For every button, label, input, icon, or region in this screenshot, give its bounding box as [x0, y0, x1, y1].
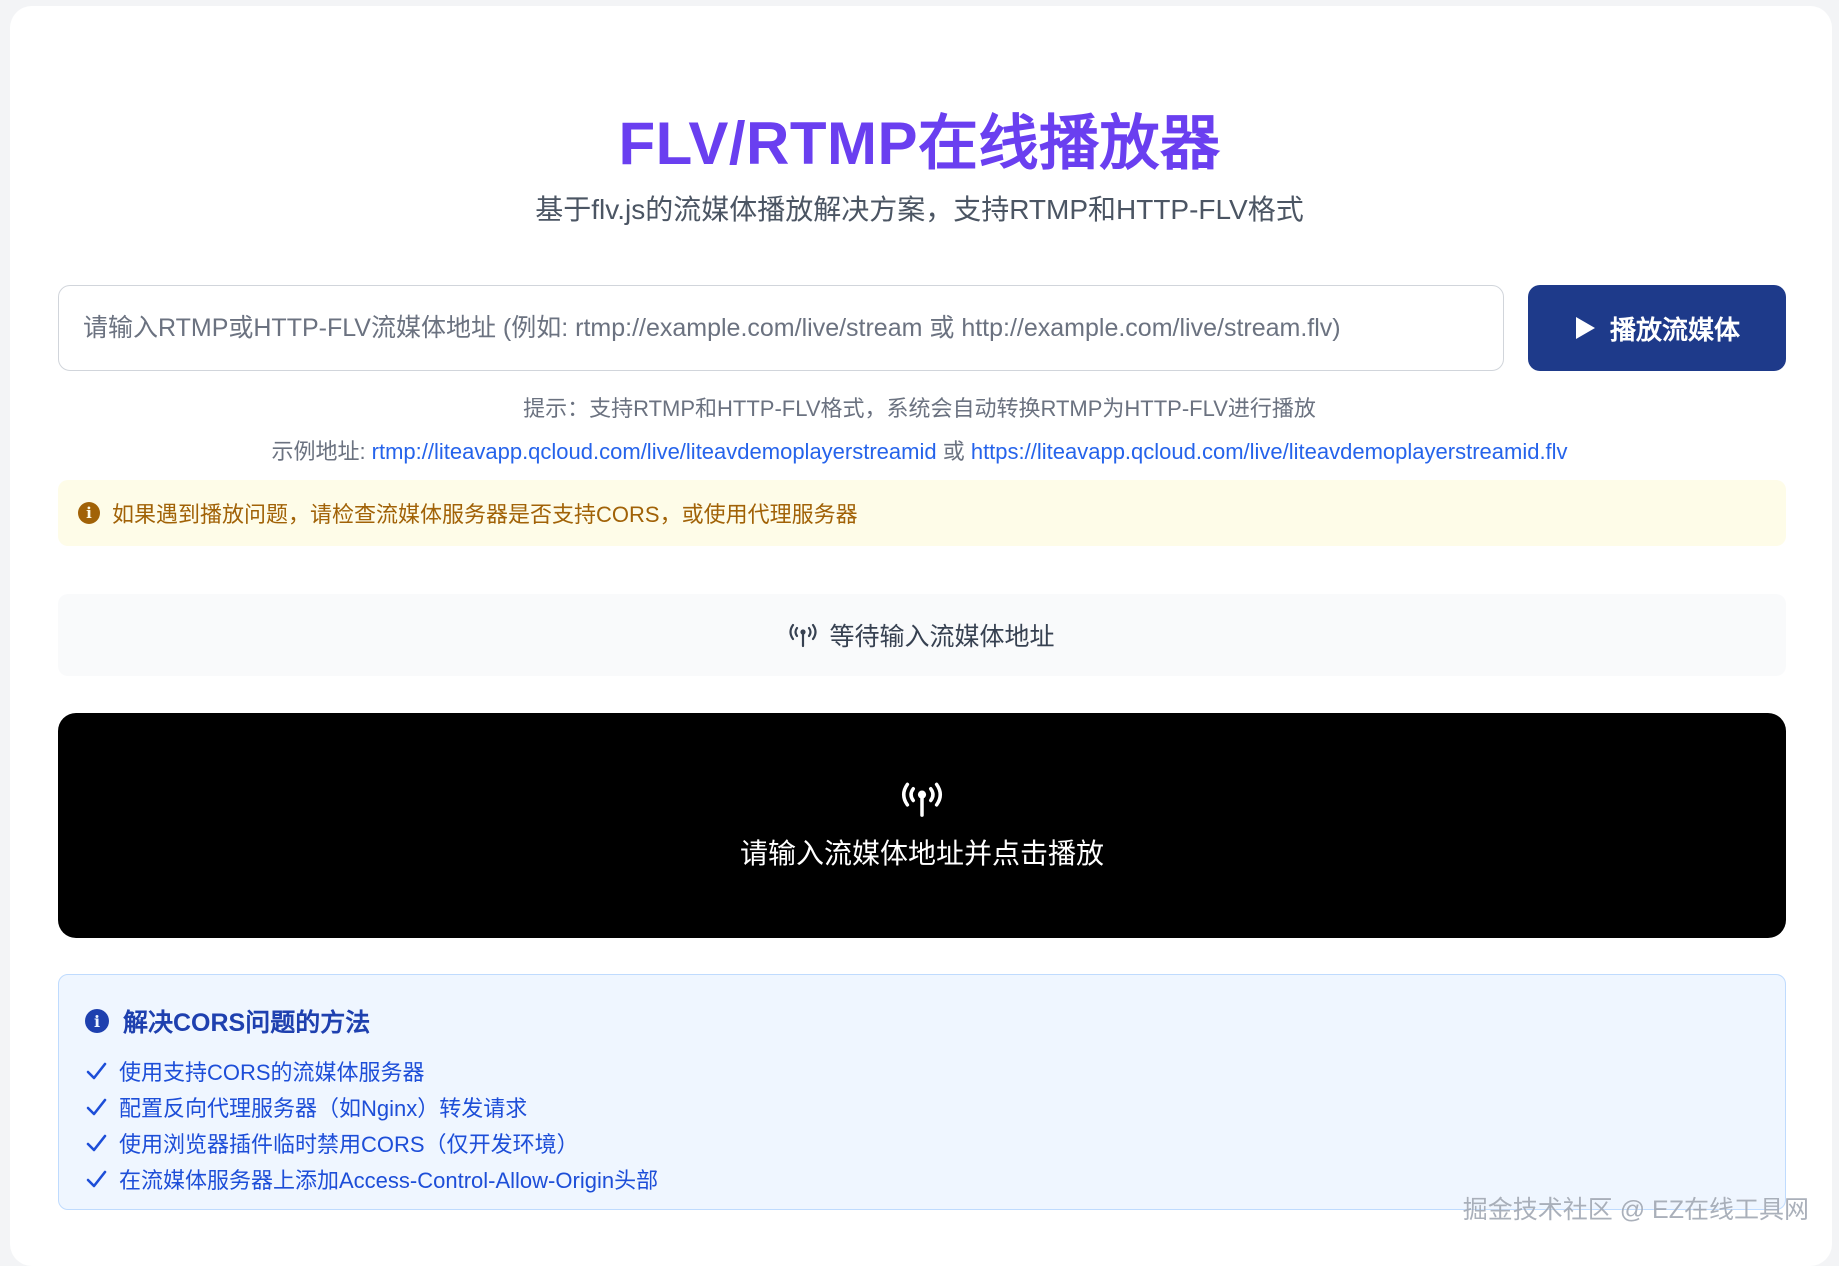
cors-warning-banner: i 如果遇到播放问题，请检查流媒体服务器是否支持CORS，或使用代理服务器 [58, 480, 1786, 546]
broadcast-icon [789, 623, 818, 648]
list-item: 使用支持CORS的流媒体服务器 [85, 1053, 1759, 1089]
cors-solutions-heading: i 解决CORS问题的方法 [85, 1003, 1759, 1039]
player-message: 请输入流媒体地址并点击播放 [739, 837, 1104, 869]
broadcast-icon [901, 782, 943, 817]
example-urls: 示例地址: rtmp://liteavapp.qcloud.com/live/l… [0, 434, 1839, 466]
cors-solutions-title: 解决CORS问题的方法 [123, 1009, 371, 1037]
cors-solutions-list: 使用支持CORS的流媒体服务器 配置反向代理服务器（如Nginx）转发请求 使用… [85, 1053, 1759, 1197]
checkmark-icon [86, 1062, 107, 1080]
example-prefix: 示例地址: [271, 439, 372, 464]
watermark: 掘金技术社区 @ EZ在线工具网 [1462, 1196, 1809, 1224]
list-item-text: 配置反向代理服务器（如Nginx）转发请求 [119, 1096, 528, 1121]
format-hint: 提示：支持RTMP和HTTP-FLV格式，系统会自动转换RTMP为HTTP-FL… [523, 396, 1316, 421]
list-item-text: 使用浏览器插件临时禁用CORS（仅开发环境） [119, 1132, 579, 1157]
example-separator: 或 [936, 439, 971, 464]
info-icon: i [78, 502, 100, 524]
status-text: 等待输入流媒体地址 [829, 623, 1055, 651]
page-title: FLV/RTMP在线播放器 [618, 110, 1221, 177]
status-bar: 等待输入流媒体地址 [58, 594, 1786, 676]
list-item-text: 在流媒体服务器上添加Access-Control-Allow-Origin头部 [119, 1168, 659, 1193]
video-player[interactable]: 请输入流媒体地址并点击播放 [58, 713, 1786, 938]
warning-text: 如果遇到播放问题，请检查流媒体服务器是否支持CORS，或使用代理服务器 [112, 502, 858, 527]
page-subtitle: 基于flv.js的流媒体播放解决方案，支持RTMP和HTTP-FLV格式 [535, 194, 1304, 225]
stream-url-input[interactable] [58, 285, 1504, 371]
list-item: 使用浏览器插件临时禁用CORS（仅开发环境） [85, 1125, 1759, 1161]
play-stream-button[interactable]: 播放流媒体 [1528, 285, 1786, 371]
example-link-flv[interactable]: https://liteavapp.qcloud.com/live/liteav… [971, 439, 1568, 464]
checkmark-icon [86, 1098, 107, 1116]
play-button-label: 播放流媒体 [1609, 314, 1740, 345]
play-icon [1575, 317, 1595, 339]
example-link-rtmp[interactable]: rtmp://liteavapp.qcloud.com/live/liteavd… [372, 439, 937, 464]
cors-solutions-panel: i 解决CORS问题的方法 使用支持CORS的流媒体服务器 配置反向代理服务器（… [58, 974, 1786, 1210]
checkmark-icon [86, 1170, 107, 1188]
info-icon: i [85, 1009, 109, 1033]
checkmark-icon [86, 1134, 107, 1152]
list-item-text: 使用支持CORS的流媒体服务器 [119, 1060, 425, 1085]
list-item: 配置反向代理服务器（如Nginx）转发请求 [85, 1089, 1759, 1125]
